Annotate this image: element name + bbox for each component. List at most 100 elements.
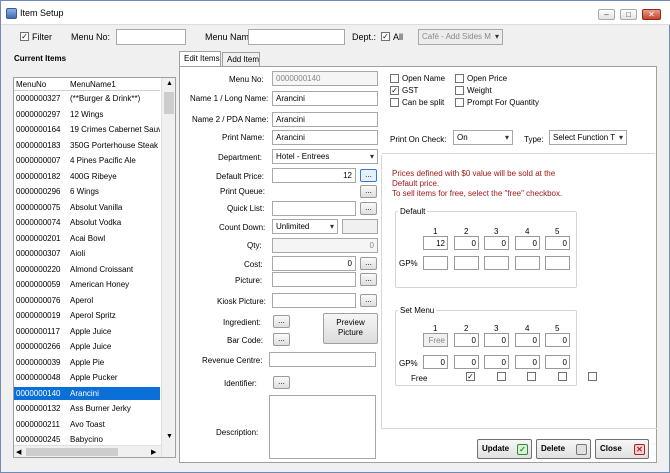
preview-picture-button[interactable]: Preview Picture xyxy=(323,313,378,344)
setmenu-price-5[interactable]: 0 xyxy=(545,333,570,347)
list-item[interactable]: 0000000140 Arancini xyxy=(14,386,160,400)
default-gp-4[interactable] xyxy=(515,256,540,270)
open-price-checkbox[interactable] xyxy=(455,74,464,83)
current-items-list[interactable]: MenuNo MenuName1 0000000327 (**Burger & D… xyxy=(13,77,176,458)
list-item[interactable]: 0000000164 19 Crimes Cabernet Sauvign xyxy=(14,123,160,136)
type-select[interactable]: Select Function T xyxy=(549,130,627,145)
default-price-1[interactable]: 12 xyxy=(423,236,448,250)
setmenu-free-checkbox-4[interactable] xyxy=(558,372,567,381)
list-horizontal-scrollbar[interactable]: ◀ ▶ xyxy=(14,445,161,457)
description-textarea[interactable] xyxy=(269,395,376,459)
scroll-down-icon[interactable]: ▼ xyxy=(166,433,173,440)
weight-checkbox[interactable] xyxy=(455,86,464,95)
list-item[interactable]: 0000000039 Apple Pie xyxy=(14,356,160,369)
gst-checkbox[interactable]: ✓ xyxy=(390,86,399,95)
cost-field[interactable]: 0 xyxy=(272,256,356,271)
print-on-check-select[interactable]: On xyxy=(453,130,513,145)
setmenu-free-checkbox-2[interactable] xyxy=(497,372,506,381)
list-item[interactable]: 0000000117 Apple Juice xyxy=(14,325,160,338)
setmenu-gp-4[interactable]: 0 xyxy=(515,355,540,369)
minimize-button[interactable]: – xyxy=(598,9,615,20)
list-item[interactable]: 0000000075 Absolut Vanilla xyxy=(14,201,160,214)
list-item[interactable]: 0000000266 Apple Juice xyxy=(14,340,160,353)
close-button[interactable]: Close ✕ xyxy=(595,439,649,459)
setmenu-gp-3[interactable]: 0 xyxy=(484,355,509,369)
list-item[interactable]: 0000000307 Aioli xyxy=(14,247,160,260)
default-price-ellipsis-button[interactable]: ... xyxy=(360,169,377,182)
cost-button[interactable]: ... xyxy=(360,257,377,270)
list-item[interactable]: 0000000132 Ass Burner Jerky xyxy=(14,402,160,415)
print-name-field[interactable]: Arancini xyxy=(272,130,378,145)
setmenu-price-4[interactable]: 0 xyxy=(515,333,540,347)
quick-list-field[interactable] xyxy=(272,201,356,216)
delete-button[interactable]: Delete xyxy=(536,439,591,459)
scroll-left-icon[interactable]: ◀ xyxy=(16,448,21,456)
identifier-button[interactable]: ... xyxy=(273,376,290,389)
setmenu-gp-2[interactable]: 0 xyxy=(454,355,479,369)
open-name-checkbox[interactable] xyxy=(390,74,399,83)
list-item[interactable]: 0000000048 Apple Pucker xyxy=(14,371,160,384)
name2-field[interactable]: Arancini xyxy=(272,112,378,127)
default-price-2[interactable]: 0 xyxy=(454,236,479,250)
list-item[interactable]: 0000000059 American Honey xyxy=(14,278,160,291)
list-item[interactable]: 0000000296 6 Wings xyxy=(14,185,160,198)
filter-checkbox[interactable]: ✓ xyxy=(20,32,29,41)
list-item[interactable]: 0000000076 Aperol xyxy=(14,294,160,307)
setmenu-gp-5[interactable]: 0 xyxy=(545,355,570,369)
menu-no-filter-input[interactable] xyxy=(116,29,186,45)
scroll-thumb[interactable] xyxy=(164,92,174,114)
default-gp-2[interactable] xyxy=(454,256,479,270)
ingredient-button[interactable]: ... xyxy=(273,315,290,328)
tab-add-item[interactable]: Add Item xyxy=(222,52,260,67)
can-be-split-checkbox[interactable] xyxy=(390,98,399,107)
default-price-3[interactable]: 0 xyxy=(484,236,509,250)
list-item[interactable]: 0000000183 350G Porterhouse Steak xyxy=(14,139,160,152)
prompt-qty-checkbox[interactable] xyxy=(455,98,464,107)
scroll-right-icon[interactable]: ▶ xyxy=(151,448,156,456)
quick-list-button[interactable]: ... xyxy=(360,202,377,215)
default-price-5[interactable]: 0 xyxy=(545,236,570,250)
bar-code-button[interactable]: ... xyxy=(273,333,290,346)
setmenu-free-checkbox-5[interactable] xyxy=(588,372,597,381)
list-item[interactable]: 0000000074 Absolut Vodka xyxy=(14,216,160,229)
setmenu-gp-1[interactable]: 0 xyxy=(423,355,448,369)
kiosk-picture-button[interactable]: ... xyxy=(360,294,377,307)
setmenu-free-checkbox-3[interactable] xyxy=(527,372,536,381)
setmenu-price-1[interactable]: Free xyxy=(423,333,448,347)
list-item[interactable]: 0000000182 400G Ribeye xyxy=(14,170,160,183)
maximize-button[interactable]: □ xyxy=(620,9,637,20)
list-item[interactable]: 0000000297 12 Wings xyxy=(14,108,160,121)
setmenu-free-checkbox-1[interactable]: ✓ xyxy=(466,372,475,381)
column-header-menuname[interactable]: MenuName1 xyxy=(70,80,116,89)
default-gp-3[interactable] xyxy=(484,256,509,270)
tab-edit-items[interactable]: Edit Items xyxy=(179,51,221,67)
name1-field[interactable]: Arancini xyxy=(272,91,378,106)
list-item[interactable]: 0000000211 Avo Toast xyxy=(14,418,160,431)
revenue-centre-field[interactable] xyxy=(269,352,376,367)
column-header-menuno[interactable]: MenuNo xyxy=(16,80,46,89)
picture-button[interactable]: ... xyxy=(360,273,377,286)
scroll-up-icon[interactable]: ▲ xyxy=(166,80,173,87)
count-down-select[interactable]: Unlimited xyxy=(272,219,338,234)
list-item[interactable]: 0000000019 Aperol Spritz xyxy=(14,309,160,322)
list-vertical-scrollbar[interactable]: ▲ ▼ xyxy=(161,78,175,457)
default-gp-1[interactable] xyxy=(423,256,448,270)
default-price-field[interactable]: 12 xyxy=(272,168,356,183)
kiosk-picture-field[interactable] xyxy=(272,293,356,308)
setmenu-price-3[interactable]: 0 xyxy=(484,333,509,347)
list-item[interactable]: 0000000007 4 Pines Pacific Ale xyxy=(14,154,160,167)
dept-filter-select[interactable]: Café - Add Sides M xyxy=(418,29,503,45)
print-queue-button[interactable]: ... xyxy=(360,185,377,198)
window-close-button[interactable]: ✕ xyxy=(642,9,661,20)
list-item[interactable]: 0000000201 Acai Bowl xyxy=(14,232,160,245)
default-gp-5[interactable] xyxy=(545,256,570,270)
update-button[interactable]: Update ✓ xyxy=(477,439,532,459)
menu-name-filter-input[interactable] xyxy=(248,29,345,45)
setmenu-price-2[interactable]: 0 xyxy=(454,333,479,347)
hscroll-thumb[interactable] xyxy=(26,448,118,456)
department-select[interactable]: Hotel - Entrees xyxy=(272,149,378,164)
list-item[interactable]: 0000000327 (**Burger & Drink**) xyxy=(14,92,160,105)
picture-field[interactable] xyxy=(272,272,356,287)
default-price-4[interactable]: 0 xyxy=(515,236,540,250)
all-dept-checkbox[interactable]: ✓ xyxy=(381,32,390,41)
